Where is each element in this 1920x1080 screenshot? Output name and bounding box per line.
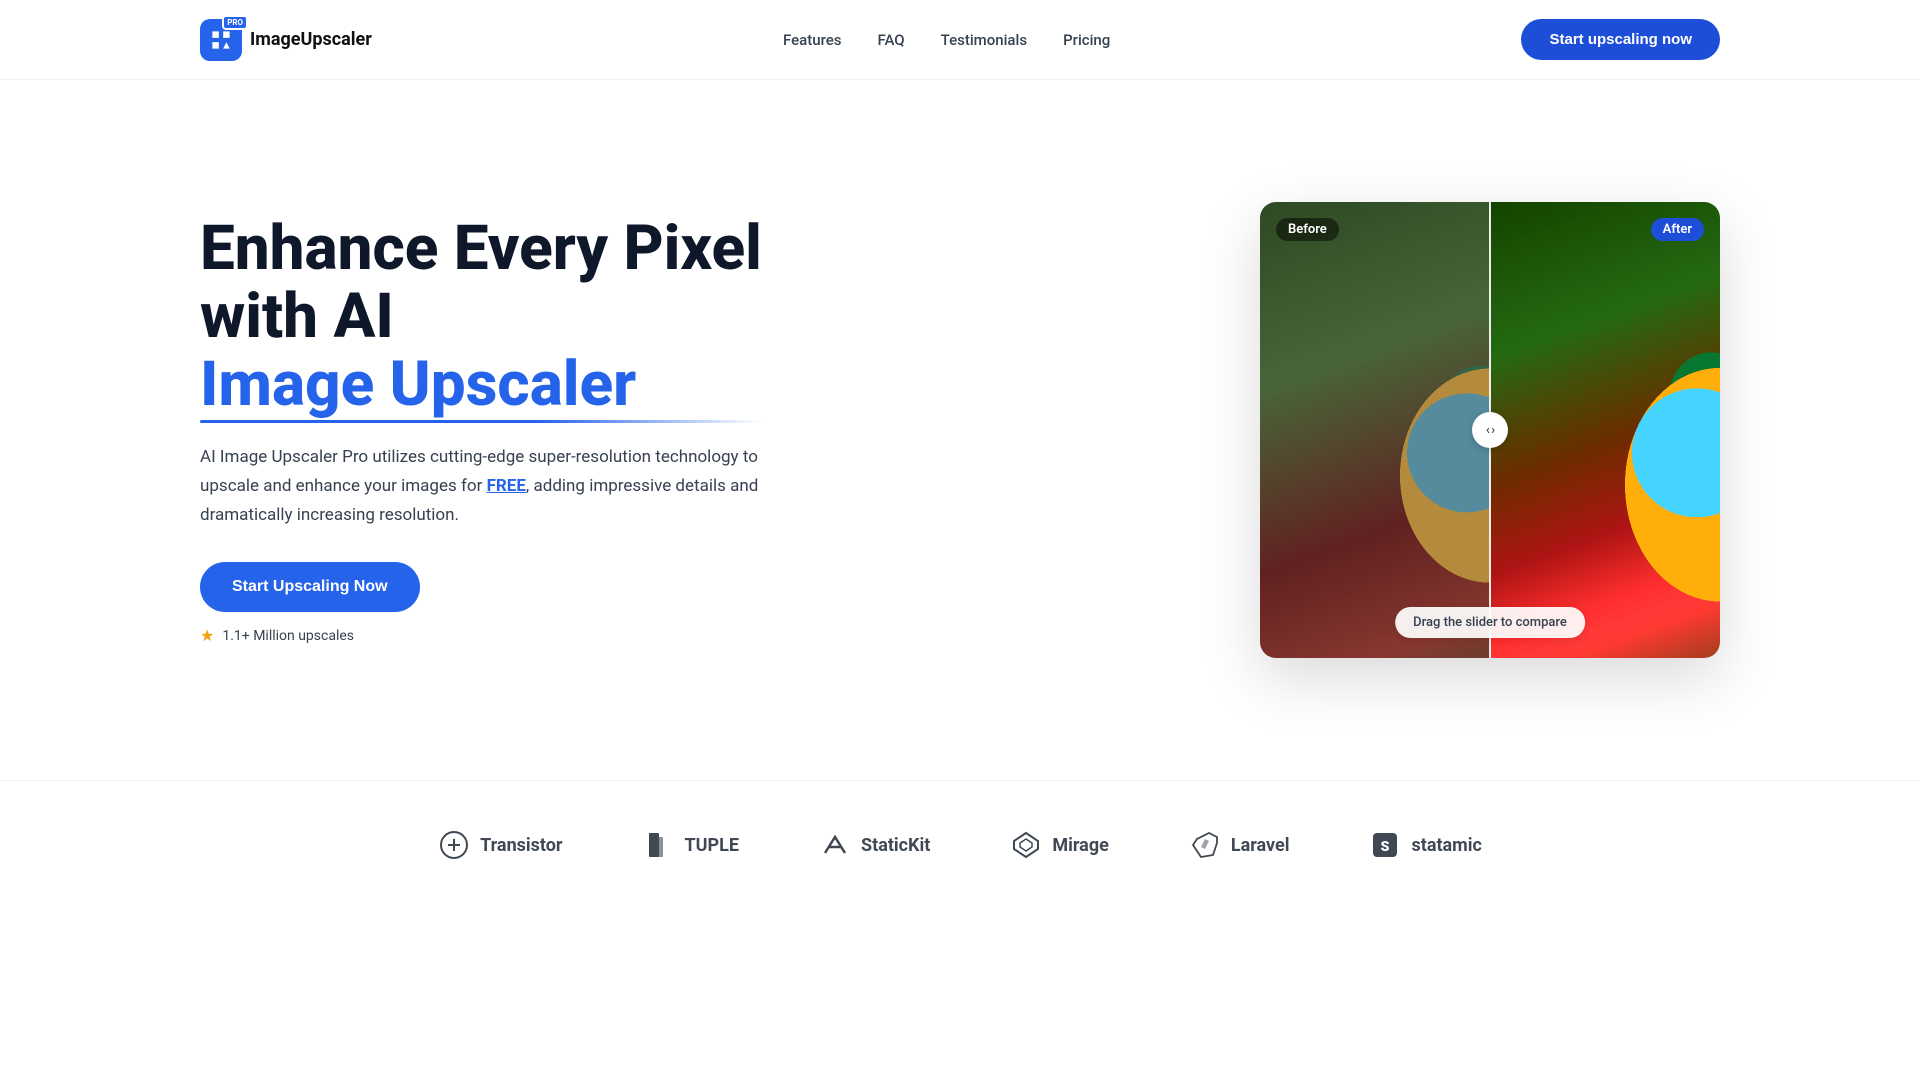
hero-description: AI Image Upscaler Pro utilizes cutting-e… bbox=[200, 443, 760, 530]
compare-after-panel bbox=[1490, 202, 1720, 658]
hero-title: Enhance Every Pixel with AI Image Upscal… bbox=[200, 215, 762, 420]
nav-features[interactable]: Features bbox=[783, 31, 841, 49]
statamic-icon: S bbox=[1369, 829, 1401, 861]
logo-mirage: Mirage bbox=[1010, 829, 1108, 861]
logo-svg bbox=[208, 27, 234, 53]
hero-title-line1: Enhance Every Pixel bbox=[200, 212, 762, 285]
compare-container: Before After ‹ › Drag the slider to comp… bbox=[1260, 202, 1720, 658]
logo-tuple: TUPLE bbox=[643, 829, 739, 861]
logo-statamic: S statamic bbox=[1369, 829, 1481, 861]
hero-content: Enhance Every Pixel with AI Image Upscal… bbox=[200, 215, 762, 645]
logo-link[interactable]: PRO ImageUpscaler bbox=[200, 19, 372, 61]
image-comparison[interactable]: Before After ‹ › Drag the slider to comp… bbox=[1260, 202, 1720, 658]
nav-testimonials[interactable]: Testimonials bbox=[941, 31, 1027, 49]
logo-laravel: Laravel bbox=[1189, 829, 1290, 861]
navbar: PRO ImageUpscaler Features FAQ Testimoni… bbox=[0, 0, 1920, 80]
statickit-label: StaticKit bbox=[861, 835, 930, 856]
hero-buttons: Start Upscaling Now ★ 1.1+ Million upsca… bbox=[200, 562, 762, 645]
tuple-label: TUPLE bbox=[685, 835, 739, 856]
hero-stats-label: 1.1+ Million upscales bbox=[222, 628, 354, 644]
laravel-label: Laravel bbox=[1231, 835, 1290, 856]
statamic-label: statamic bbox=[1411, 835, 1481, 856]
hero-section: Enhance Every Pixel with AI Image Upscal… bbox=[0, 80, 1920, 780]
nav-faq[interactable]: FAQ bbox=[878, 31, 905, 49]
hero-title-line3: Image Upscaler bbox=[200, 351, 762, 419]
logos-section: Transistor TUPLE StaticKit Mirage Larave… bbox=[0, 780, 1920, 909]
statickit-icon bbox=[819, 829, 851, 861]
logo-icon: PRO bbox=[200, 19, 242, 61]
hero-cta-button[interactable]: Start Upscaling Now bbox=[200, 562, 420, 612]
nav-pricing[interactable]: Pricing bbox=[1063, 31, 1110, 49]
hero-stats: ★ 1.1+ Million upscales bbox=[200, 626, 354, 645]
before-image bbox=[1260, 202, 1490, 658]
laravel-icon bbox=[1189, 829, 1221, 861]
mirage-label: Mirage bbox=[1052, 835, 1108, 856]
hero-title-line2: with AI bbox=[200, 280, 394, 353]
nav-cta-button[interactable]: Start upscaling now bbox=[1521, 19, 1720, 60]
nav-links: Features FAQ Testimonials Pricing bbox=[783, 31, 1110, 49]
logo-statickit: StaticKit bbox=[819, 829, 930, 861]
transistor-icon bbox=[438, 829, 470, 861]
logo-transistor: Transistor bbox=[438, 829, 562, 861]
drag-hint: Drag the slider to compare bbox=[1395, 607, 1585, 638]
star-icon: ★ bbox=[200, 626, 214, 645]
tuple-icon bbox=[643, 829, 675, 861]
after-image bbox=[1490, 202, 1720, 658]
mirage-icon bbox=[1010, 829, 1042, 861]
compare-handle[interactable]: ‹ › bbox=[1472, 412, 1508, 448]
compare-after-label: After bbox=[1651, 218, 1704, 241]
logo-text: ImageUpscaler bbox=[250, 29, 372, 50]
hero-free-link[interactable]: FREE bbox=[487, 476, 526, 496]
compare-before-label: Before bbox=[1276, 218, 1339, 241]
svg-text:S: S bbox=[1381, 839, 1390, 855]
logo-pro-badge: PRO bbox=[222, 15, 248, 30]
compare-before-panel bbox=[1260, 202, 1490, 658]
transistor-label: Transistor bbox=[480, 835, 562, 856]
